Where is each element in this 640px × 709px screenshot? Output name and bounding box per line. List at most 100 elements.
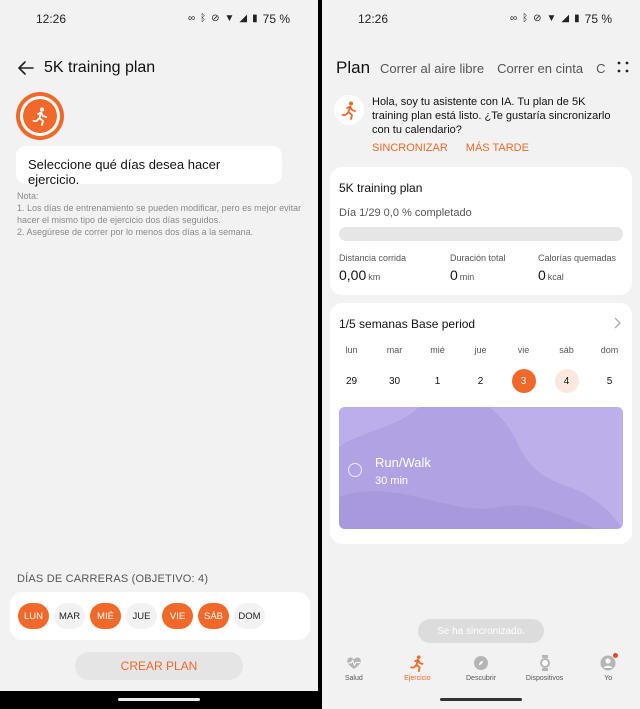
week-day-name: mié <box>430 345 445 355</box>
nav-health[interactable]: Salud <box>322 654 386 694</box>
plan-progress-text: Día 1/29 0,0 % completado <box>339 207 472 219</box>
prompt-bubble: Seleccione qué días desea hacer ejercici… <box>16 146 282 187</box>
more-icon[interactable] <box>616 60 630 74</box>
stat-duration: Duración total 0 min <box>450 253 506 285</box>
left-screen: 12:26 ∞ ᛒ ⊘ ▼ ◢ ▮ 75 % 5K training plan … <box>0 0 318 709</box>
compass-icon <box>473 656 488 670</box>
nav-label: Dispositivos <box>525 675 564 682</box>
day-toggle-jue[interactable]: JUE <box>126 603 157 629</box>
day-toggle-lun[interactable]: LUN <box>18 603 49 629</box>
link-icon: ∞ <box>187 13 196 24</box>
week-day-number: 29 <box>345 375 358 387</box>
day-toggle-mar[interactable]: MAR <box>54 603 85 629</box>
nav-exercise[interactable]: Ejercicio <box>386 654 450 694</box>
day-toggle-mié[interactable]: MIÉ <box>90 603 121 629</box>
week-day[interactable]: mié 1 <box>416 345 459 393</box>
day-toggle-vie[interactable]: VIE <box>162 603 193 629</box>
day-toggle-sáb[interactable]: SÁB <box>198 603 229 629</box>
workout-name: Run/Walk <box>375 455 431 470</box>
status-icons: ∞ ᛒ ⊘ ▼ ◢ ▮ 75 % <box>510 12 612 26</box>
tab-bar: Plan Correr al aire libre Correr en cint… <box>336 58 640 84</box>
stat-value: 0 <box>538 267 546 283</box>
create-plan-button[interactable]: CREAR PLAN <box>75 652 243 680</box>
status-icons: ∞ ᛒ ⊘ ▼ ◢ ▮ 75 % <box>188 12 290 26</box>
week-day[interactable]: sáb 4 <box>545 345 588 393</box>
coach-avatar <box>16 92 64 140</box>
tab-plan[interactable]: Plan <box>336 58 370 78</box>
progress-bar <box>339 227 623 241</box>
ai-message: Hola, soy tu asistente con IA. Tu plan d… <box>372 96 611 136</box>
runner-icon <box>32 107 47 126</box>
nav-label: Salud <box>344 675 363 682</box>
nav-label: Descubrir <box>466 675 496 682</box>
tab-treadmill-run[interactable]: Correr en cinta <box>497 61 583 76</box>
nav-label: Yo <box>604 675 613 682</box>
week-day-number: 30 <box>388 375 401 387</box>
week-card: 1/5 semanas Base period lun 29 mar 30 mié 1 ju… <box>330 303 632 544</box>
chevron-right-icon[interactable] <box>612 317 622 329</box>
nav-devices[interactable]: Dispositivos <box>513 654 577 694</box>
week-day-name: mar <box>386 345 403 355</box>
plan-card[interactable]: 5K training plan Día 1/29 0,0 % completa… <box>330 167 632 295</box>
stat-unit: kcal <box>547 272 564 282</box>
tab-outdoor-run[interactable]: Correr al aire libre <box>380 61 484 76</box>
plan-title: 5K training plan <box>339 181 423 195</box>
gesture-handle[interactable] <box>440 698 522 701</box>
workout-checkbox[interactable] <box>348 463 362 477</box>
days-label: DÍAS DE CARRERAS (OBJETIVO: 4) <box>17 573 209 585</box>
nav-me[interactable]: Yo <box>576 653 640 694</box>
notification-badge <box>613 653 619 658</box>
wifi-icon: ▼ <box>546 13 557 24</box>
status-time: 12:26 <box>358 12 389 26</box>
week-day-name: lun <box>345 345 358 355</box>
later-button[interactable]: MÁS TARDE <box>466 142 529 154</box>
week-day-number: 3 <box>511 369 536 393</box>
week-day-number: 4 <box>554 369 579 393</box>
week-day[interactable]: mar 30 <box>373 345 416 393</box>
day-selector: LUN MAR MIÉ JUE VIE SÁB DOM <box>10 592 310 640</box>
nav-label: Ejercicio <box>404 675 431 682</box>
bottom-nav: Salud Ejercicio Descubrir Dispositivos Y… <box>322 653 640 694</box>
week-day-name: vie <box>517 345 530 355</box>
week-day[interactable]: jue 2 <box>459 345 502 393</box>
day-toggle-dom[interactable]: DOM <box>234 603 265 629</box>
nav-discover[interactable]: Descubrir <box>449 654 513 694</box>
tab-more-truncated[interactable]: C <box>596 61 605 76</box>
week-day[interactable]: vie 3 <box>502 345 545 393</box>
week-day-number: 2 <box>477 375 484 387</box>
runner-icon <box>410 655 424 672</box>
status-bar: 12:26 ∞ ᛒ ⊘ ▼ ◢ ▮ 75 % <box>322 0 640 36</box>
bluetooth-icon: ᛒ <box>200 13 207 24</box>
ai-actions: SINCRONIZAR MÁS TARDE <box>372 142 529 154</box>
note-title: Nota: <box>17 191 39 201</box>
mute-icon: ⊘ <box>533 13 542 24</box>
workout-card[interactable]: Run/Walk 30 min <box>339 407 623 529</box>
stat-unit: min <box>459 272 475 282</box>
right-screen: 12:26 ∞ ᛒ ⊘ ▼ ◢ ▮ 75 % Plan Correr al ai… <box>322 0 640 709</box>
stat-label: Calorías quemadas <box>538 253 617 263</box>
battery-icon: ▮ <box>574 13 580 24</box>
note-text: Nota: 1. Los días de entrenamiento se pu… <box>17 190 303 238</box>
gesture-handle[interactable] <box>118 698 200 701</box>
status-bar: 12:26 ∞ ᛒ ⊘ ▼ ◢ ▮ 75 % <box>0 0 318 36</box>
battery-level: 75 % <box>584 12 612 26</box>
stat-value: 0,00 <box>339 267 367 283</box>
week-day-number: 1 <box>434 375 441 387</box>
link-icon: ∞ <box>509 13 518 24</box>
week-day-name: sáb <box>559 345 574 355</box>
week-day[interactable]: dom 5 <box>588 345 631 393</box>
week-day-name: dom <box>600 345 619 355</box>
week-day[interactable]: lun 29 <box>330 345 373 393</box>
stat-unit: km <box>368 272 381 282</box>
back-arrow-icon[interactable] <box>16 58 36 78</box>
sync-button[interactable]: SINCRONIZAR <box>372 142 448 154</box>
ai-assistant-avatar <box>334 95 364 125</box>
stat-label: Duración total <box>450 253 506 263</box>
note-item-1: 1. Los días de entrenamiento se pueden m… <box>17 203 302 225</box>
note-item-2: 2. Asegúrese de correr por lo menos dos … <box>17 227 254 237</box>
bluetooth-icon: ᛒ <box>522 13 529 24</box>
status-time: 12:26 <box>36 12 67 26</box>
signal-icon: ◢ <box>239 13 248 24</box>
battery-level: 75 % <box>262 12 290 26</box>
header: 5K training plan <box>16 56 155 80</box>
